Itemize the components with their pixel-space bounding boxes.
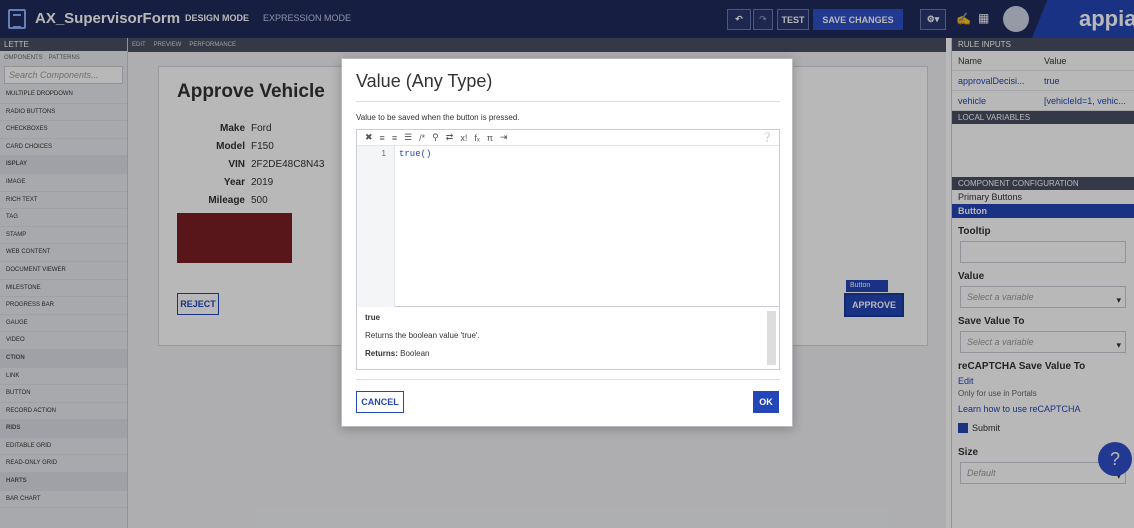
dialog-description: Value to be saved when the button is pre… — [356, 113, 520, 122]
returns-label: Returns: — [365, 349, 398, 358]
cancel-button[interactable]: CANCEL — [356, 391, 404, 413]
list-icon[interactable]: ☰ — [404, 132, 412, 143]
comment-icon[interactable]: /* — [419, 133, 425, 143]
export-icon[interactable]: ⇥ — [500, 132, 508, 143]
help-circle-icon[interactable]: ❔ — [762, 132, 773, 143]
pi-icon[interactable]: π — [487, 133, 493, 143]
help-description: Returns the boolean value 'true'. — [365, 331, 480, 340]
line-gutter: 1 — [357, 146, 395, 307]
editor-toolbar: ✖ ≡ ≡ ☰ /* ⚲ ⇄ x! fₓ π ⇥ ❔ — [357, 130, 779, 146]
outdent-icon[interactable]: ≡ — [392, 133, 397, 143]
dialog-title: Value (Any Type) — [356, 71, 493, 91]
expression-dialog: Value (Any Type) Value to be saved when … — [341, 58, 793, 427]
ok-button[interactable]: OK — [753, 391, 779, 413]
returns-type: Boolean — [400, 349, 430, 358]
indent-icon[interactable]: ≡ — [380, 133, 385, 143]
code-line[interactable]: true() — [399, 149, 431, 159]
title-divider — [356, 101, 780, 102]
format-icon[interactable]: ✖ — [365, 132, 373, 143]
expand-icon[interactable]: x! — [460, 133, 467, 143]
replace-icon[interactable]: ⇄ — [446, 132, 454, 143]
search-icon[interactable]: ⚲ — [432, 132, 439, 143]
expression-editor[interactable]: ✖ ≡ ≡ ☰ /* ⚲ ⇄ x! fₓ π ⇥ ❔ 1 true() — [356, 129, 780, 307]
help-function-name: true — [365, 313, 381, 322]
function-help-panel: true Returns the boolean value 'true'. R… — [356, 307, 780, 370]
help-scrollbar[interactable] — [767, 311, 776, 365]
function-icon[interactable]: fₓ — [474, 133, 479, 143]
